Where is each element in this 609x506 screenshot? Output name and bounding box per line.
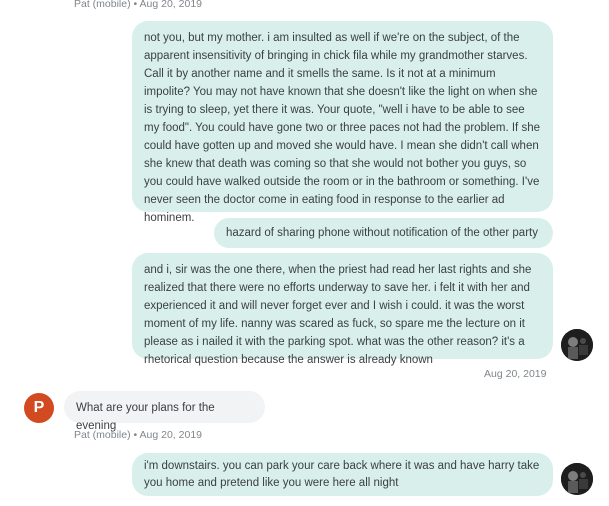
message-bubble-outgoing-3[interactable]: and i, sir was the one there, when the p… (132, 253, 553, 366)
user-avatar-photo[interactable] (561, 329, 593, 361)
message-bubble-incoming-1[interactable]: What are your plans for the evening (64, 391, 265, 432)
user-avatar-photo-2[interactable] (561, 463, 593, 495)
avatar-photo-icon (561, 329, 593, 361)
message-bubble-outgoing-1[interactable]: not you, but my mother. i am insulted as… (132, 21, 553, 224)
sender-meta-top: Pat (mobile) • Aug 20, 2019 (74, 0, 203, 10)
avatar-photo-icon-2 (561, 463, 593, 495)
sender-meta: Pat (mobile) • Aug 20, 2019 (74, 429, 203, 441)
contact-avatar-p[interactable]: P (24, 393, 54, 423)
message-timestamp: Aug 20, 2019 (484, 368, 547, 380)
message-bubble-outgoing-4[interactable]: i'm downstairs. you can park your care b… (132, 453, 553, 496)
message-bubble-outgoing-2[interactable]: hazard of sharing phone without notifica… (214, 218, 553, 248)
